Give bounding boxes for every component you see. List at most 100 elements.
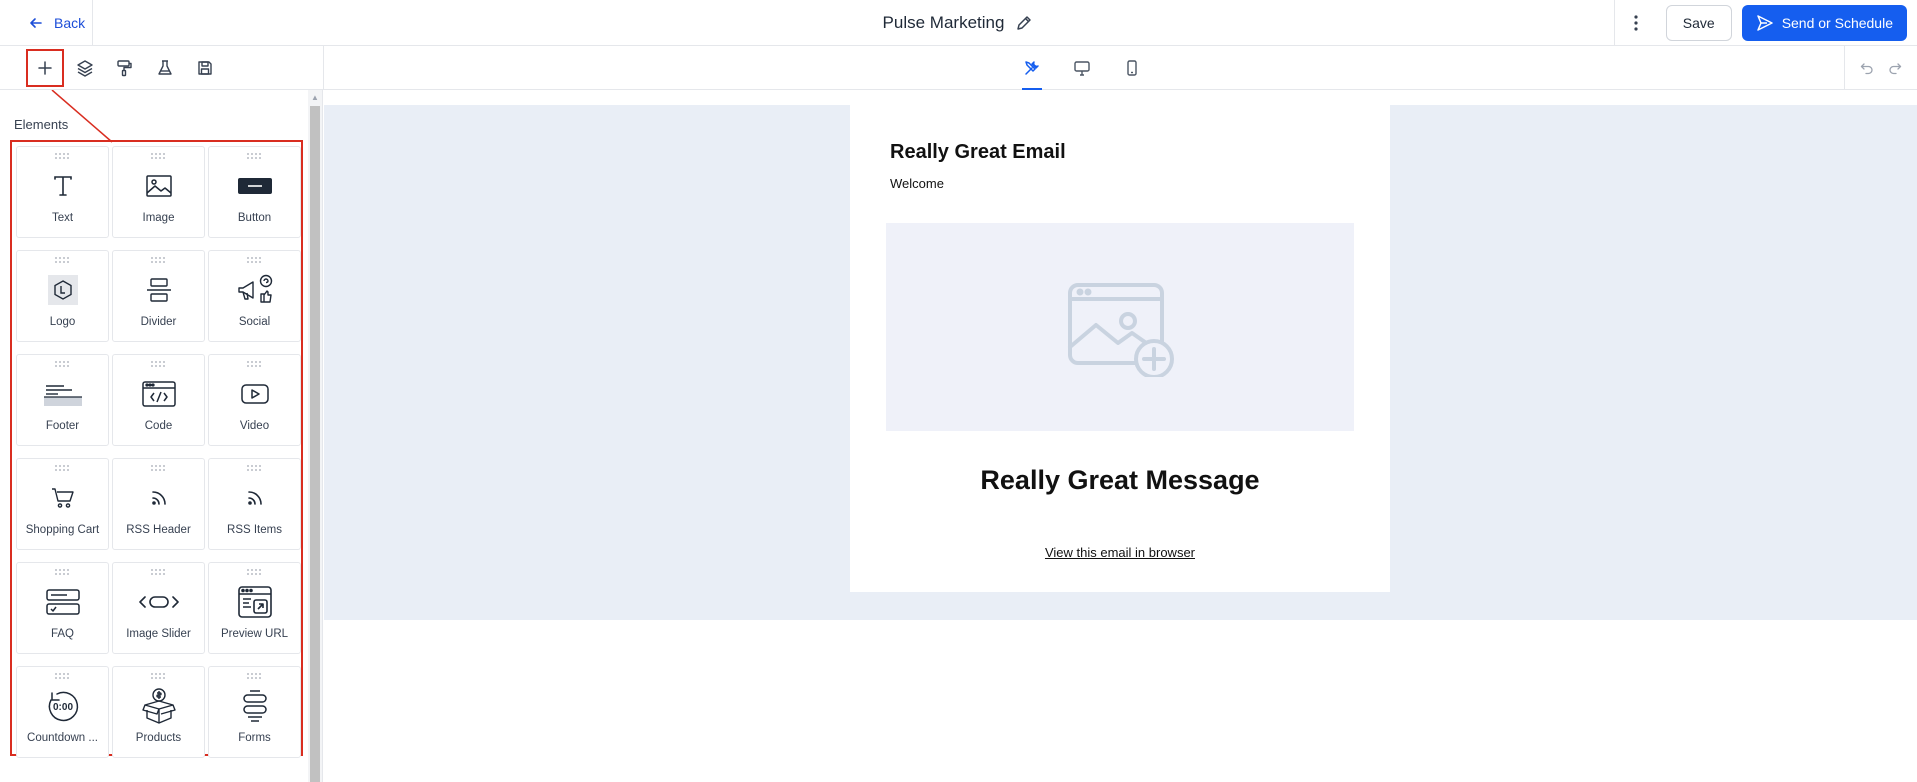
preview-url-icon bbox=[237, 585, 272, 619]
elements-grid: Text Image Button Logo Divider Social Fo… bbox=[16, 146, 301, 758]
scroll-up-arrow-icon[interactable]: ▲ bbox=[308, 90, 322, 104]
drag-handle-icon bbox=[54, 153, 71, 159]
rss-icon bbox=[246, 481, 264, 515]
sidebar-scrollbar[interactable]: ▲ bbox=[308, 90, 322, 782]
image-placeholder[interactable] bbox=[886, 223, 1354, 431]
element-label: Social bbox=[238, 316, 271, 328]
element-label: Image bbox=[142, 212, 175, 224]
shopping-cart-icon bbox=[51, 481, 75, 515]
element-countdown[interactable]: 0:00 Countdown ... bbox=[16, 666, 109, 758]
products-icon bbox=[141, 688, 176, 724]
add-image-icon bbox=[1068, 283, 1174, 377]
element-preview-url[interactable]: Preview URL bbox=[208, 562, 301, 654]
drag-handle-icon bbox=[54, 569, 71, 575]
redo-icon[interactable] bbox=[1885, 58, 1905, 78]
view-in-browser-link[interactable]: View this email in browser bbox=[850, 545, 1390, 560]
elements-panel: Elements Text Image Button Logo Divider … bbox=[0, 90, 323, 782]
svg-text:0:00: 0:00 bbox=[52, 702, 72, 713]
element-image[interactable]: Image bbox=[112, 146, 205, 238]
floppy-disk-icon bbox=[198, 61, 212, 75]
element-video[interactable]: Video bbox=[208, 354, 301, 446]
element-code[interactable]: Code bbox=[112, 354, 205, 446]
forms-icon bbox=[242, 689, 268, 723]
save-button[interactable]: Save bbox=[1665, 5, 1732, 41]
element-label: Products bbox=[135, 732, 182, 744]
faq-icon bbox=[45, 585, 80, 619]
editor-toolbar bbox=[0, 46, 1917, 90]
email-heading[interactable]: Really Great Email bbox=[890, 141, 1066, 164]
flask-icon bbox=[158, 60, 172, 75]
rss-icon bbox=[150, 481, 168, 515]
campaign-title: Pulse Marketing bbox=[882, 13, 1005, 32]
drag-handle-icon bbox=[150, 257, 167, 263]
button-icon bbox=[237, 169, 272, 203]
undo-icon[interactable] bbox=[1857, 58, 1877, 78]
element-button[interactable]: Button bbox=[208, 146, 301, 238]
element-rss-items[interactable]: RSS Items bbox=[208, 458, 301, 550]
add-elements-button[interactable] bbox=[26, 49, 64, 87]
email-canvas: Really Great Email Welcome Really Great … bbox=[324, 90, 1917, 782]
top-bar: Back Pulse Marketing Save Send or Schedu… bbox=[0, 0, 1917, 46]
element-footer[interactable]: Footer bbox=[16, 354, 109, 446]
drag-handle-icon bbox=[246, 569, 263, 575]
element-label: Shopping Cart bbox=[25, 524, 100, 536]
save-template-button[interactable] bbox=[186, 49, 224, 87]
element-label: RSS Header bbox=[126, 524, 191, 536]
builder-view-button[interactable] bbox=[1014, 46, 1050, 90]
layers-button[interactable] bbox=[66, 49, 104, 87]
image-icon bbox=[145, 169, 173, 203]
history-controls bbox=[1844, 46, 1917, 90]
element-text[interactable]: Text bbox=[16, 146, 109, 238]
element-label: Image Slider bbox=[126, 628, 191, 640]
drag-handle-icon bbox=[54, 465, 71, 471]
drag-handle-icon bbox=[54, 257, 71, 263]
desktop-preview-button[interactable] bbox=[1064, 46, 1100, 90]
back-label: Back bbox=[54, 15, 86, 31]
element-label: Video bbox=[239, 420, 270, 432]
view-switcher bbox=[1014, 46, 1150, 90]
elements-heading: Elements bbox=[14, 117, 69, 132]
element-shopping-cart[interactable]: Shopping Cart bbox=[16, 458, 109, 550]
drag-handle-icon bbox=[246, 257, 263, 263]
image-slider-icon bbox=[138, 585, 179, 619]
drag-handle-icon bbox=[150, 361, 167, 367]
mobile-preview-button[interactable] bbox=[1114, 46, 1150, 90]
element-image-slider[interactable]: Image Slider bbox=[112, 562, 205, 654]
arrow-left-icon bbox=[30, 18, 42, 28]
element-forms[interactable]: Forms bbox=[208, 666, 301, 758]
footer-icon bbox=[43, 377, 82, 411]
scroll-thumb[interactable] bbox=[310, 106, 320, 782]
plus-icon bbox=[38, 61, 52, 75]
email-message-heading[interactable]: Really Great Message bbox=[850, 465, 1390, 496]
drag-handle-icon bbox=[150, 673, 167, 679]
drag-handle-icon bbox=[150, 569, 167, 575]
element-label: Preview URL bbox=[220, 628, 289, 640]
drag-handle-icon bbox=[54, 361, 71, 367]
element-rss-header[interactable]: RSS Header bbox=[112, 458, 205, 550]
element-logo[interactable]: Logo bbox=[16, 250, 109, 342]
element-products[interactable]: Products bbox=[112, 666, 205, 758]
send-label: Send or Schedule bbox=[1781, 15, 1893, 31]
element-label: Text bbox=[51, 212, 74, 224]
monitor-icon bbox=[1074, 61, 1090, 76]
paint-roller-icon bbox=[117, 60, 132, 77]
back-button[interactable]: Back bbox=[0, 0, 93, 46]
edit-title-pencil-icon[interactable] bbox=[1014, 13, 1034, 33]
email-body[interactable]: Really Great Email Welcome Really Great … bbox=[850, 105, 1390, 592]
element-social[interactable]: Social bbox=[208, 250, 301, 342]
drag-handle-icon bbox=[150, 153, 167, 159]
element-label: Footer bbox=[45, 420, 80, 432]
video-icon bbox=[240, 377, 269, 411]
smartphone-icon bbox=[1127, 60, 1137, 76]
more-options-kebab-icon[interactable] bbox=[1613, 0, 1658, 46]
element-divider[interactable]: Divider bbox=[112, 250, 205, 342]
element-label: FAQ bbox=[50, 628, 74, 640]
element-label: Code bbox=[144, 420, 173, 432]
test-button[interactable] bbox=[146, 49, 184, 87]
element-label: RSS Items bbox=[227, 524, 282, 536]
send-or-schedule-button[interactable]: Send or Schedule bbox=[1741, 5, 1907, 41]
countdown-icon: 0:00 bbox=[45, 689, 81, 723]
element-faq[interactable]: FAQ bbox=[16, 562, 109, 654]
styles-button[interactable] bbox=[106, 49, 144, 87]
email-welcome-text[interactable]: Welcome bbox=[890, 176, 944, 191]
